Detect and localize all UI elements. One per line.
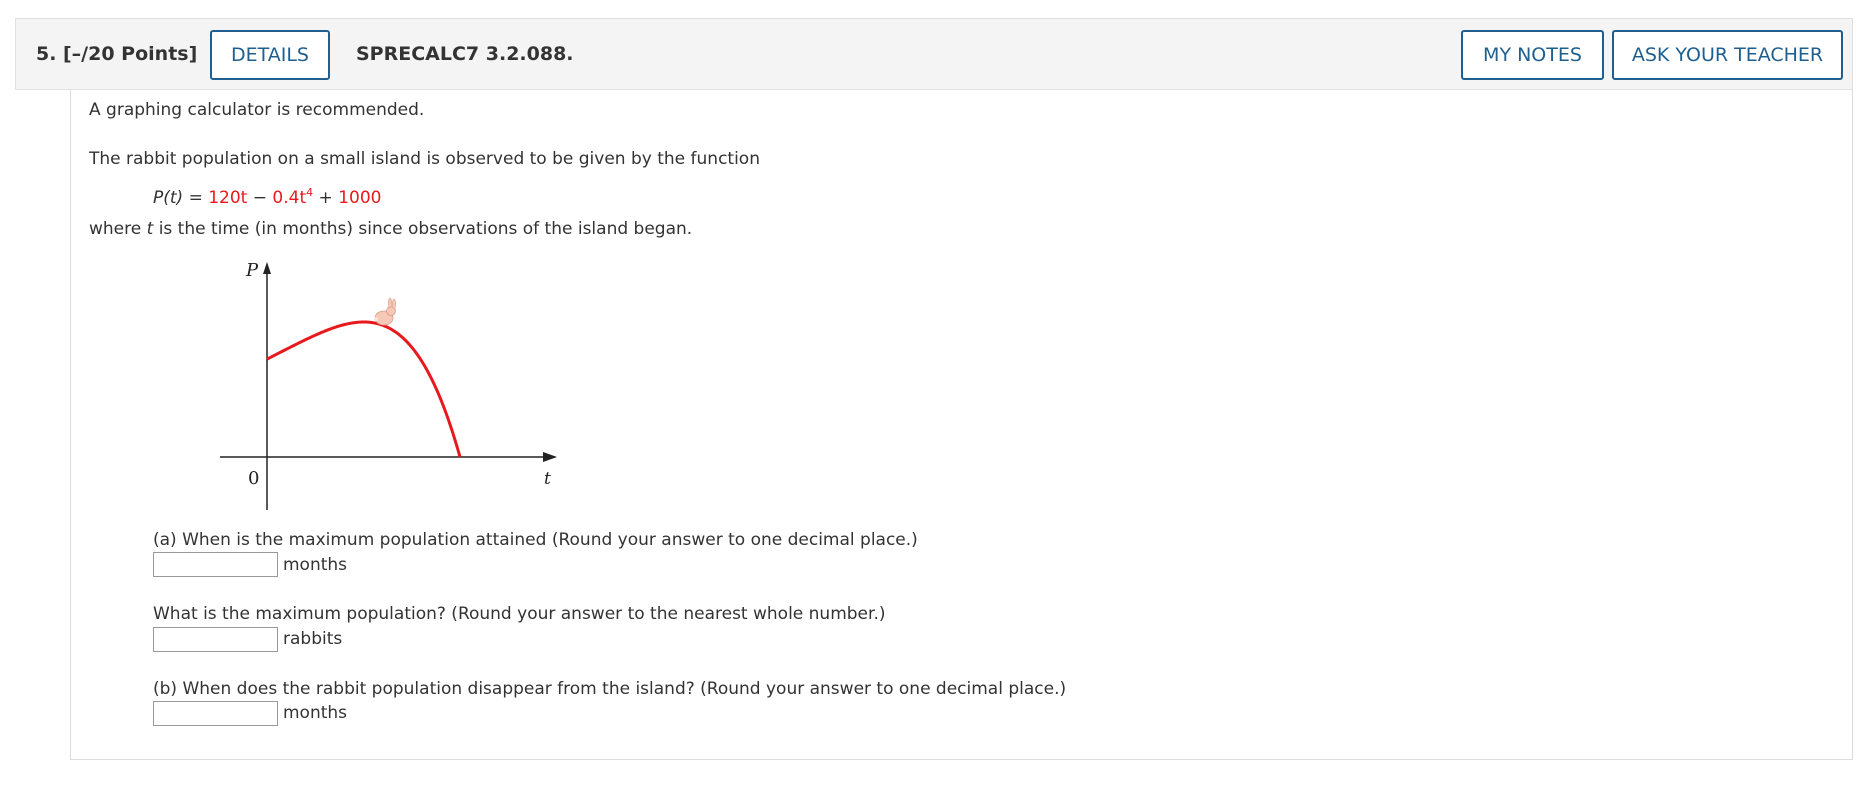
- origin-label: 0: [248, 468, 259, 489]
- where-text: where t is the time (in months) since ob…: [89, 219, 693, 239]
- x-axis-arrow: [543, 452, 557, 462]
- my-notes-button[interactable]: MY NOTES: [1461, 30, 1604, 80]
- intro-text: The rabbit population on a small island …: [89, 149, 760, 169]
- x-axis-label: t: [544, 469, 551, 489]
- problem-code: SPRECALC7 3.2.088.: [356, 43, 574, 65]
- population-equation: P(t) = 120t − 0.4t4 + 1000: [153, 186, 381, 208]
- disappear-time-unit: months: [283, 703, 348, 723]
- equation-plus: +: [313, 188, 339, 208]
- rabbit-icon: [373, 297, 396, 326]
- calculator-note: A graphing calculator is recommended.: [89, 100, 425, 120]
- max-population-input[interactable]: [153, 627, 278, 652]
- max-population-unit: rabbits: [283, 629, 343, 649]
- y-axis-label: P: [245, 260, 259, 281]
- population-graph: P t 0: [220, 260, 557, 510]
- equation-term3: 1000: [338, 188, 382, 208]
- points-label: [–/20 Points]: [63, 43, 198, 65]
- ask-teacher-button[interactable]: ASK YOUR TEACHER: [1612, 30, 1843, 80]
- equation-lhs: P(t) =: [153, 188, 209, 208]
- question-header: 5. [–/20 Points] DETAILS SPRECALC7 3.2.0…: [15, 18, 1853, 90]
- population-curve: [266, 320, 462, 458]
- equation-term1: 120t: [208, 188, 248, 208]
- details-button[interactable]: DETAILS: [210, 30, 330, 80]
- max-time-unit: months: [283, 555, 348, 575]
- y-axis-arrow: [263, 262, 271, 274]
- equation-term2: 0.4t: [272, 188, 307, 208]
- max-time-input[interactable]: [153, 552, 278, 577]
- equation-minus: −: [247, 188, 273, 208]
- disappear-time-input[interactable]: [153, 701, 278, 726]
- question-a-prompt: (a) When is the maximum population attai…: [153, 530, 918, 550]
- question-b-prompt: (b) When does the rabbit population disa…: [153, 679, 1067, 699]
- max-population-prompt: What is the maximum population? (Round y…: [153, 604, 886, 624]
- question-number: 5.: [36, 43, 57, 65]
